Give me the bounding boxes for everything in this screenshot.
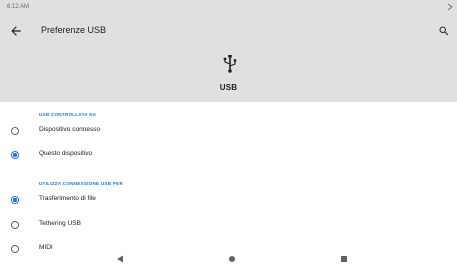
radio-checked-icon[interactable] (11, 196, 19, 204)
section-title-use-usb-for: UTILIZZA CONNESSIONE USB PER (39, 181, 123, 186)
option-file-transfer[interactable]: Trasferimento di file (0, 191, 457, 211)
arrow-back-icon[interactable] (9, 24, 23, 38)
search-icon[interactable] (438, 25, 450, 37)
status-time: 6:12 AM (7, 4, 30, 10)
radio-unchecked-icon[interactable] (11, 127, 19, 135)
option-label: Trasferimento di file (39, 195, 96, 202)
usb-header: USB (0, 46, 457, 102)
nav-home-icon[interactable] (229, 256, 235, 262)
option-connected-device[interactable]: Dispositivo connesso (0, 122, 457, 142)
option-label: Tethering USB (39, 220, 81, 227)
section-title-controlled-by: USB CONTROLLATA DA (39, 112, 97, 117)
option-label: Questo dispositivo (39, 150, 93, 157)
option-label: Dispositivo connesso (39, 126, 101, 133)
app-bar: Preferenze USB (0, 16, 457, 46)
notification-icon (447, 3, 453, 11)
usb-icon (223, 55, 237, 73)
option-usb-tethering[interactable]: Tethering USB (0, 216, 457, 236)
radio-checked-icon[interactable] (11, 151, 19, 159)
radio-unchecked-icon[interactable] (11, 221, 19, 229)
page-title: Preferenze USB (41, 25, 107, 35)
option-this-device[interactable]: Questo dispositivo (0, 146, 457, 166)
nav-recents-icon[interactable] (341, 256, 347, 262)
usb-label: USB (219, 83, 238, 92)
navigation-bar (0, 250, 457, 268)
nav-back-icon[interactable] (116, 255, 124, 263)
status-bar: 6:12 AM (0, 0, 457, 16)
